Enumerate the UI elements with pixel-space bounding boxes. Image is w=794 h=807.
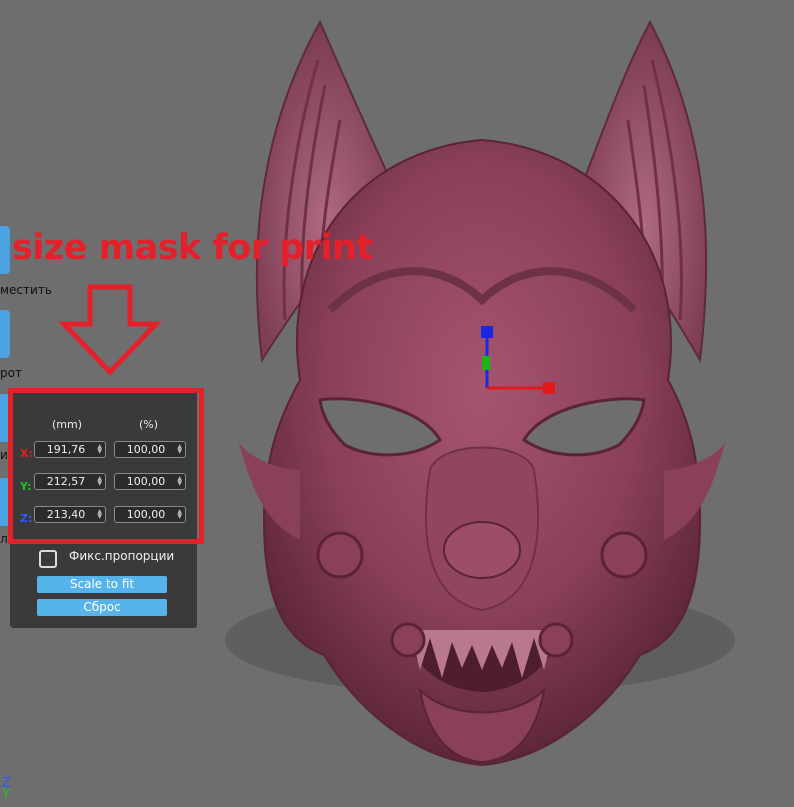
down-arrow-icon	[58, 284, 162, 376]
reset-button[interactable]: Сброс	[37, 599, 167, 616]
annotation-text: size mask for print	[12, 228, 373, 268]
lock-proportions-label: Фикс.пропорции	[69, 549, 175, 563]
scale-to-fit-button[interactable]: Scale to fit	[37, 576, 167, 593]
toolbar-button-place[interactable]	[0, 226, 10, 274]
toolbar-button-rotate[interactable]	[0, 310, 10, 358]
right-cheek-ornament	[600, 531, 648, 579]
right-jaw-ornament	[538, 622, 574, 658]
toolbar-label-rotate: рот	[0, 366, 22, 380]
left-jaw-ornament	[390, 622, 426, 658]
toolbar-label-place: местить	[0, 283, 52, 297]
nose	[443, 521, 521, 579]
highlight-box	[8, 388, 204, 544]
axis-y-label: Y	[2, 787, 10, 802]
gizmo-z-handle[interactable]	[481, 326, 493, 338]
left-cheek-ornament	[316, 531, 364, 579]
axis-orientation-indicator: Z Y	[2, 777, 11, 802]
gizmo-y-handle[interactable]	[482, 356, 490, 370]
toolbar-label-mirror: л	[0, 532, 8, 546]
lock-proportions-checkbox[interactable]	[39, 550, 57, 568]
gizmo-x-handle[interactable]	[543, 382, 555, 394]
